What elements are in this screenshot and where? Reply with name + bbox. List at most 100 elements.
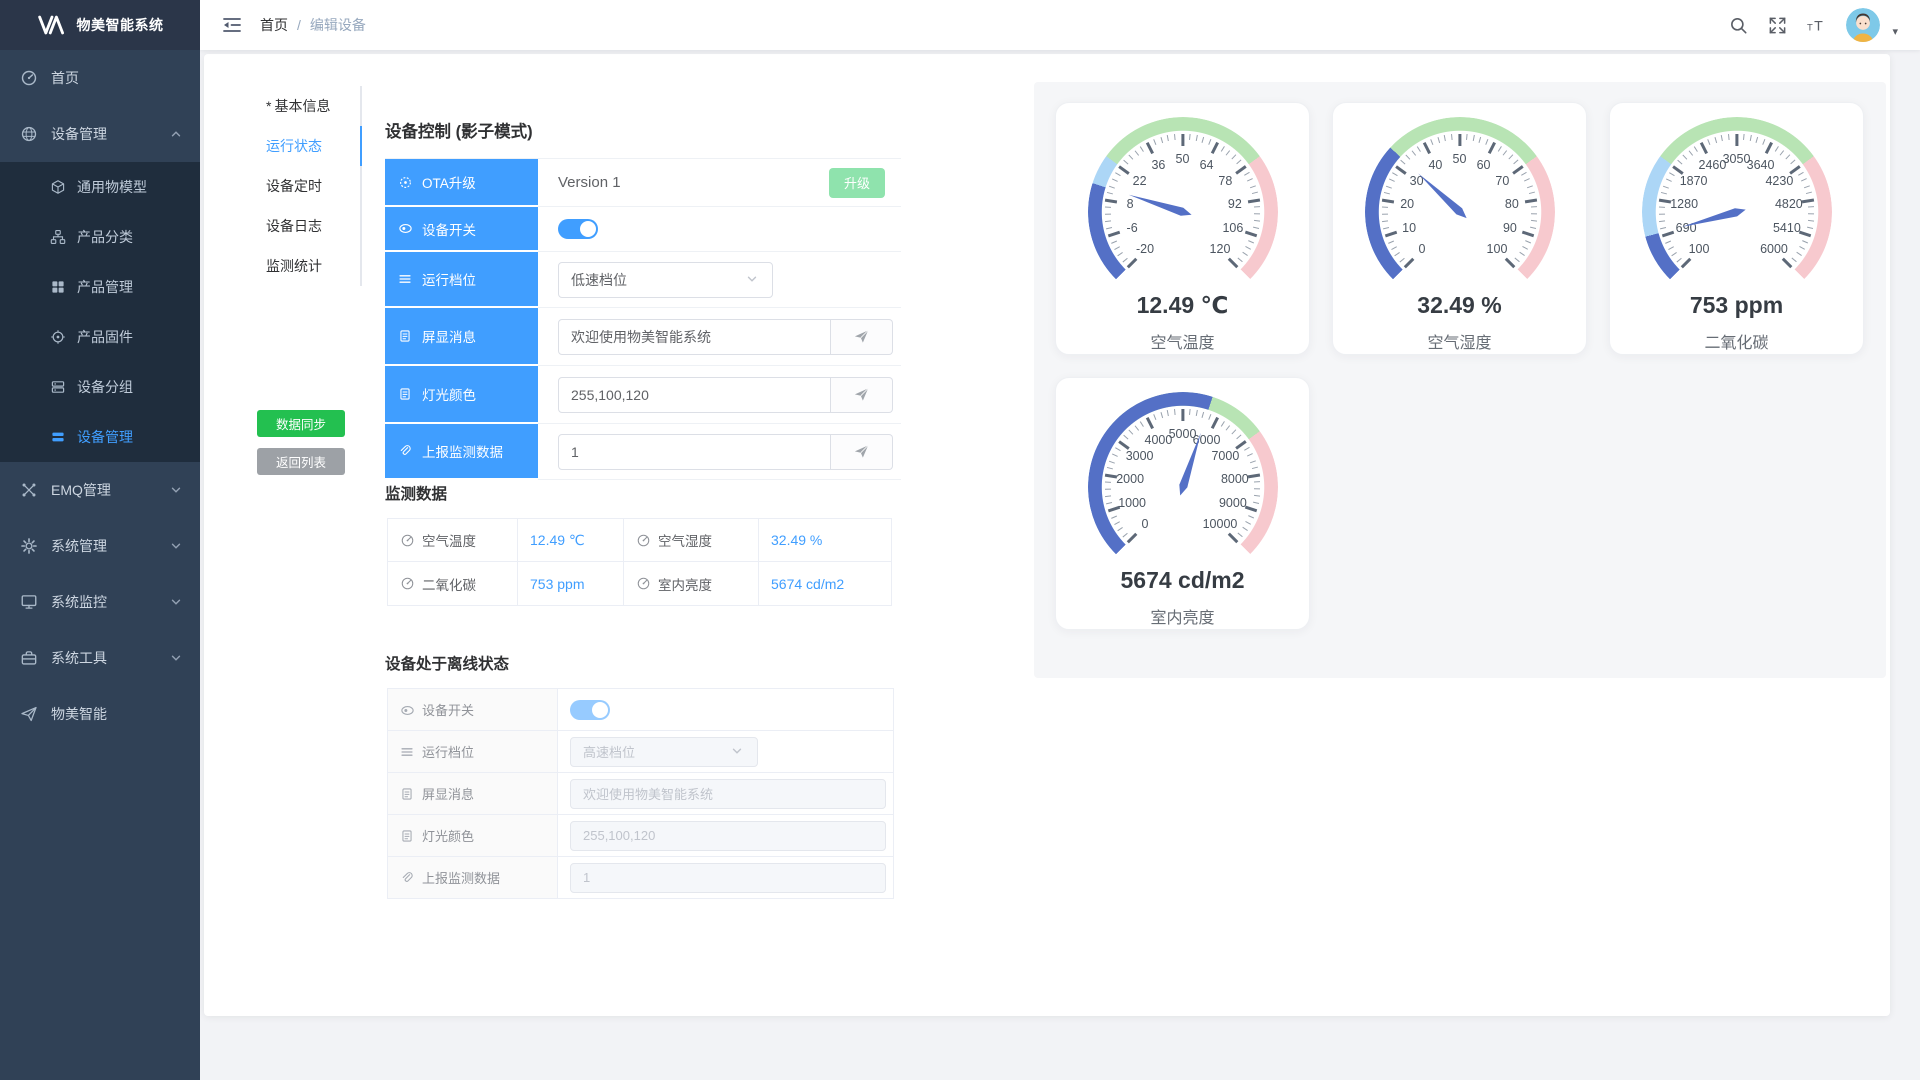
monitor-value-cell: 753 ppm <box>518 562 624 605</box>
sidebar-item-chip[interactable]: 产品固件 <box>0 312 200 362</box>
send-report-button[interactable] <box>831 434 893 470</box>
tab-设备日志[interactable]: 设备日志 <box>252 206 362 246</box>
sidebar-item-label: 设备分组 <box>77 377 133 397</box>
gauge-card-空气湿度: 010203040506070809010032.49 % 空气湿度 <box>1332 102 1587 355</box>
bars-icon <box>50 429 66 445</box>
sidebar-item-label: EMQ管理 <box>51 480 111 500</box>
search-icon[interactable] <box>1729 16 1748 35</box>
send-light-button[interactable] <box>831 377 893 413</box>
light-color-input[interactable] <box>558 377 831 413</box>
cube-icon <box>50 179 66 195</box>
app-title: 物美智能系统 <box>77 15 164 35</box>
sidebar-item-cube[interactable]: 通用物模型 <box>0 162 200 212</box>
tab-label: 设备日志 <box>266 218 322 234</box>
monitor-label-cell: 空气湿度 <box>624 519 759 562</box>
monitor-label-cell: 二氧化碳 <box>388 562 518 605</box>
tab-监测统计[interactable]: 监测统计 <box>252 246 362 286</box>
font-size-icon[interactable]: TT <box>1807 16 1826 35</box>
sidebar-item-label: 系统监控 <box>51 592 107 612</box>
doc-icon <box>398 387 413 402</box>
switch-label-cell: 设备开关 <box>385 207 538 251</box>
report-label-cell: 上报监测数据 <box>385 424 538 479</box>
sidebar-item-label: 产品管理 <box>77 277 133 297</box>
gauge-needle <box>1365 117 1555 307</box>
gear-select[interactable]: 低速档位 <box>558 262 773 298</box>
tab-运行状态[interactable]: 运行状态 <box>252 126 362 166</box>
gear-select-value: 低速档位 <box>571 270 627 290</box>
gauge-icon <box>400 576 415 591</box>
gauge-card-二氧化碳: 1006901280187024603050364042304820541060… <box>1609 102 1864 355</box>
switch-value-cell <box>538 207 901 252</box>
sidebar-item-grid[interactable]: 产品管理 <box>0 262 200 312</box>
sidebar-item-group[interactable]: 设备分组 <box>0 362 200 412</box>
chevron-down-icon <box>170 484 182 496</box>
chip-icon <box>50 329 66 345</box>
control-row-message: 屏显消息 <box>385 308 901 366</box>
chevron-down-icon <box>170 540 182 552</box>
send-message-button[interactable] <box>831 319 893 355</box>
sidebar-item-monitor[interactable]: 系统监控 <box>0 574 200 630</box>
gauge-value: 753 ppm <box>1642 292 1832 319</box>
report-input[interactable] <box>558 434 831 470</box>
sidebar-item-plane[interactable]: 物美智能 <box>0 686 200 742</box>
report-label: 上报监测数据 <box>422 441 503 461</box>
section-title-monitor: 监测数据 <box>385 482 447 504</box>
bars3-icon <box>400 745 414 759</box>
data-sync-button[interactable]: 数据同步 <box>257 410 345 437</box>
gauge-needle <box>1088 117 1278 307</box>
offline-row-light: 灯光颜色 <box>388 815 893 857</box>
logo-mark-icon <box>37 15 67 35</box>
tab-基本信息[interactable]: *基本信息 <box>252 86 362 126</box>
sidebar-item-toolbox[interactable]: 系统工具 <box>0 630 200 686</box>
gauge: 010203040506070809010032.49 % <box>1365 117 1555 307</box>
sidebar-item-dashboard[interactable]: 首页 <box>0 50 200 106</box>
sitemap-icon <box>50 229 66 245</box>
breadcrumb-current: 编辑设备 <box>310 15 366 35</box>
sidebar-item-gear[interactable]: 系统管理 <box>0 518 200 574</box>
fullscreen-icon[interactable] <box>1768 16 1787 35</box>
breadcrumb-home[interactable]: 首页 <box>260 15 288 35</box>
control-row-report: 上报监测数据 <box>385 424 901 480</box>
tab-label: 运行状态 <box>266 138 322 154</box>
monitor-icon <box>20 593 38 611</box>
svg-text:T: T <box>1807 22 1813 33</box>
sidebar-item-bars[interactable]: 设备管理 <box>0 412 200 462</box>
hamburger-icon[interactable] <box>222 15 242 35</box>
gauge-value: 12.49 ℃ <box>1088 292 1278 319</box>
back-to-list-button[interactable]: 返回列表 <box>257 448 345 475</box>
offline-row-switch: 设备开关 <box>388 689 893 731</box>
chevron-up-icon <box>170 128 182 140</box>
light-value-cell <box>538 366 901 424</box>
device-switch-toggle[interactable] <box>558 219 598 239</box>
gauge-icon <box>636 576 651 591</box>
gauge-card-空气温度: -20-6822365064789210612012.49 ℃空气温度 <box>1055 102 1310 355</box>
message-input[interactable] <box>558 319 831 355</box>
offline-row-message: 屏显消息 <box>388 773 893 815</box>
sidebar-item-label: 通用物模型 <box>77 177 147 197</box>
upgrade-button[interactable]: 升级 <box>829 168 885 198</box>
sidebar: 物美智能系统 首页设备管理通用物模型产品分类产品管理产品固件设备分组设备管理EM… <box>0 0 200 1080</box>
gauge-title: 空气湿度 <box>1427 329 1491 353</box>
sidebar-item-sitemap[interactable]: 产品分类 <box>0 212 200 262</box>
chevron-down-icon <box>746 273 760 287</box>
app-logo[interactable]: 物美智能系统 <box>0 0 200 50</box>
caret-down-icon[interactable]: ▾ <box>1892 25 1898 38</box>
doc-icon <box>400 787 414 801</box>
message-value-cell <box>538 308 901 366</box>
offline-row-report: 上报监测数据 <box>388 857 893 898</box>
gauge-card-室内亮度: 0100020003000400050006000700080009000100… <box>1055 377 1310 630</box>
plane-icon <box>20 705 38 723</box>
sidebar-item-label: 产品分类 <box>77 227 133 247</box>
eye-icon <box>398 221 413 236</box>
sidebar-item-label: 设备管理 <box>51 124 107 144</box>
avatar[interactable] <box>1846 8 1880 42</box>
device-control-table: OTA升级 Version 1 升级 设备开关 运行档位 低速档位 <box>385 158 901 480</box>
gauge-icon <box>636 533 651 548</box>
device-tabs: *基本信息运行状态设备定时设备日志监测统计 <box>252 86 362 286</box>
sidebar-item-device[interactable]: 设备管理 <box>0 106 200 162</box>
tab-设备定时[interactable]: 设备定时 <box>252 166 362 206</box>
sidebar-item-nodes[interactable]: EMQ管理 <box>0 462 200 518</box>
gauge-value: 5674 cd/m2 <box>1088 567 1278 594</box>
sidebar-item-label: 设备管理 <box>77 427 133 447</box>
gauge: -20-6822365064789210612012.49 ℃ <box>1088 117 1278 307</box>
